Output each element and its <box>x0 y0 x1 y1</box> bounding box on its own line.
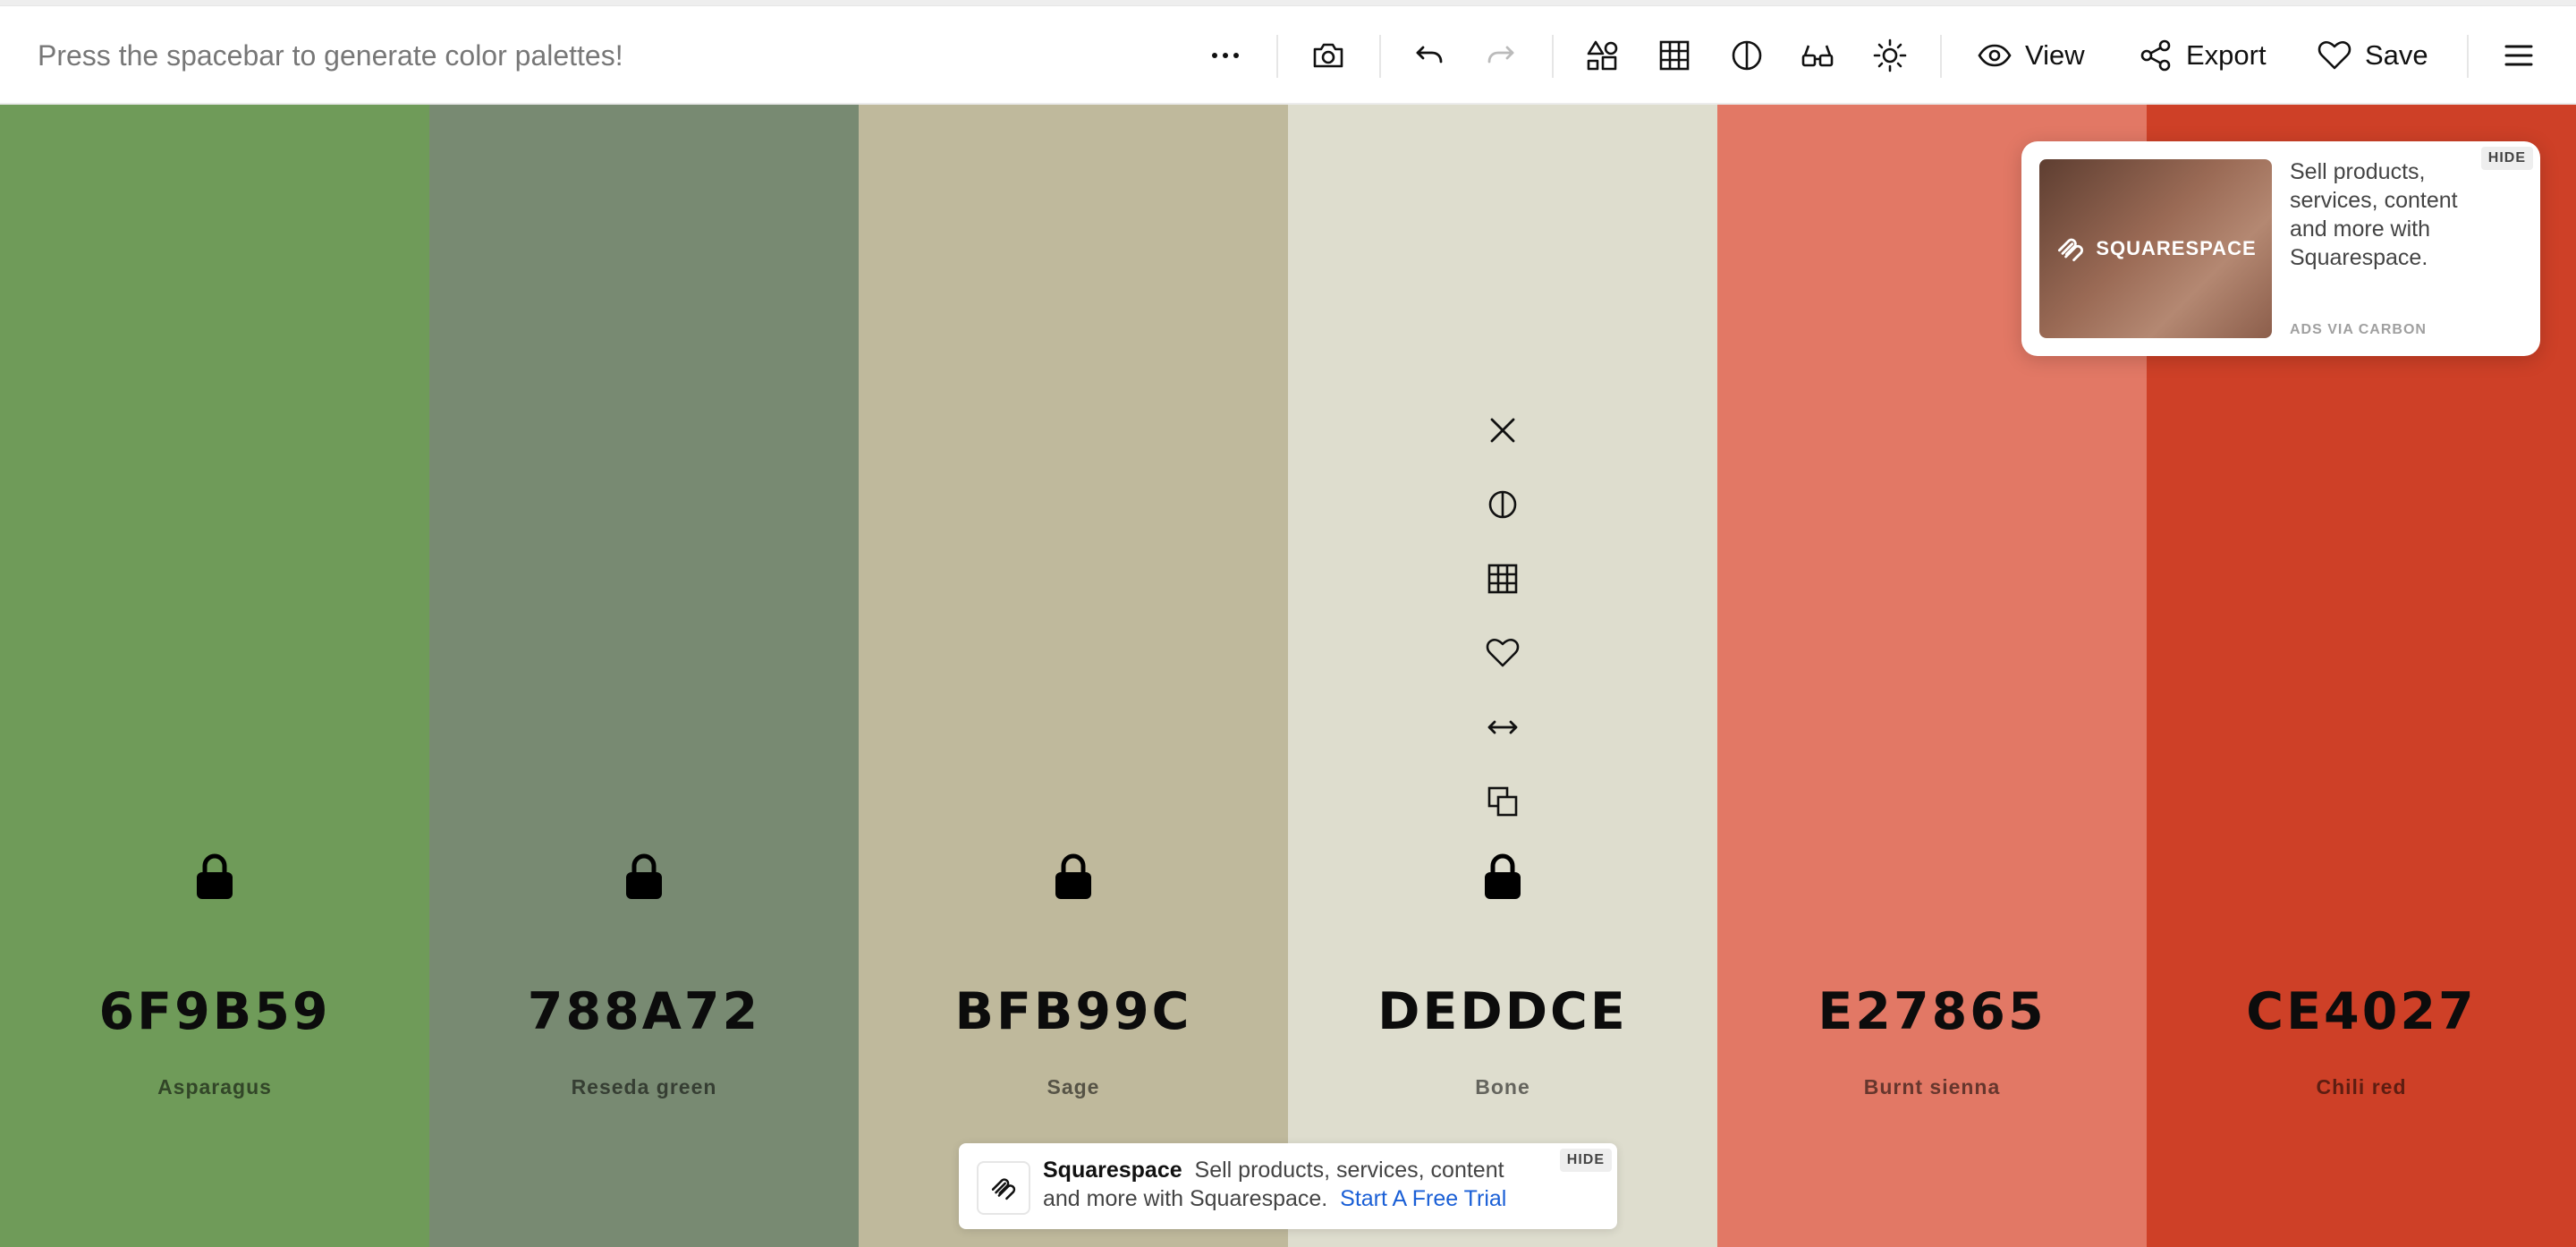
toolbar: Press the spacebar to generate color pal… <box>0 6 2576 105</box>
grid-icon[interactable] <box>1481 557 1524 600</box>
heart-icon[interactable] <box>1481 632 1524 674</box>
share-icon <box>2140 39 2171 72</box>
camera-icon[interactable] <box>1307 34 1350 77</box>
undo-icon[interactable] <box>1408 34 1451 77</box>
copy-icon[interactable] <box>1481 780 1524 823</box>
hamburger-menu-icon[interactable] <box>2497 34 2540 77</box>
window-top-edge <box>0 0 2576 6</box>
shades-icon[interactable] <box>1481 483 1524 526</box>
hex-code[interactable]: DEDDCE <box>1288 982 1717 1041</box>
color-name: Chili red <box>2316 1075 2407 1099</box>
view-label: View <box>2025 39 2085 71</box>
toolbar-divider <box>1379 35 1381 78</box>
bottom-ad-brand: Squarespace <box>1043 1158 1182 1183</box>
swatch-tools <box>1481 409 1524 854</box>
export-label: Export <box>2186 39 2267 71</box>
spacebar-hint: Press the spacebar to generate color pal… <box>38 39 623 72</box>
view-button[interactable]: View <box>1977 29 2085 82</box>
grid-icon[interactable] <box>1653 34 1696 77</box>
ad-text[interactable]: Sell products, services, content and mor… <box>2290 157 2496 272</box>
color-name: Burnt sienna <box>1863 1075 2001 1099</box>
toolbar-divider <box>1276 35 1278 78</box>
color-name: Reseda green <box>571 1075 717 1099</box>
hex-code[interactable]: BFB99C <box>859 982 1288 1041</box>
color-swatch[interactable]: 6F9B59 Asparagus <box>0 105 429 1247</box>
contrast-icon[interactable] <box>1725 34 1768 77</box>
hide-ad-button[interactable]: HIDE <box>2480 147 2533 170</box>
color-name: Sage <box>1046 1075 1100 1099</box>
color-swatch[interactable]: BFB99C Sage <box>859 105 1288 1247</box>
more-options-icon[interactable] <box>1204 34 1247 77</box>
hex-code[interactable]: CE4027 <box>2147 982 2576 1041</box>
color-swatch[interactable]: DEDDCE Bone <box>1288 105 1717 1247</box>
lock-icon[interactable] <box>1054 853 1093 901</box>
squarespace-logo-icon <box>2058 238 2084 262</box>
lock-icon[interactable] <box>195 853 234 901</box>
heart-icon <box>2318 41 2351 70</box>
squarespace-logo <box>977 1161 1030 1215</box>
ad-image[interactable]: SQUARESPACE <box>2039 159 2272 338</box>
save-button[interactable]: Save <box>2317 29 2428 82</box>
glasses-icon[interactable] <box>1796 34 1839 77</box>
ad-logo-text: SQUARESPACE <box>2096 237 2257 259</box>
toolbar-divider <box>1552 35 1554 78</box>
lock-icon[interactable] <box>624 853 664 901</box>
bottom-ad-text: Squarespace Sell products, services, con… <box>1043 1156 1544 1213</box>
ads-via-carbon[interactable]: ADS VIA CARBON <box>2290 322 2427 338</box>
ad-card[interactable]: SQUARESPACE Sell products, services, con… <box>2021 141 2540 356</box>
redo-icon[interactable] <box>1479 34 1522 77</box>
squarespace-logo-icon <box>991 1178 1016 1200</box>
toolbar-divider <box>2467 35 2469 78</box>
hide-bottom-ad-button[interactable]: HIDE <box>1559 1149 1612 1172</box>
free-trial-link[interactable]: Start A Free Trial <box>1340 1186 1506 1211</box>
color-name: Bone <box>1475 1075 1530 1099</box>
drag-arrows-icon[interactable] <box>1481 706 1524 749</box>
save-label: Save <box>2365 39 2428 71</box>
brightness-icon[interactable] <box>1868 34 1911 77</box>
color-swatch[interactable]: 788A72 Reseda green <box>429 105 859 1247</box>
bottom-ad-banner[interactable]: Squarespace Sell products, services, con… <box>959 1143 1617 1229</box>
hex-code[interactable]: 6F9B59 <box>0 982 429 1041</box>
color-name: Asparagus <box>157 1075 272 1099</box>
export-button[interactable]: Export <box>2138 29 2267 82</box>
toolbar-divider <box>1940 35 1942 78</box>
hex-code[interactable]: E27865 <box>1717 982 2147 1041</box>
hex-code[interactable]: 788A72 <box>429 982 859 1041</box>
lock-icon[interactable] <box>1483 853 1522 901</box>
shapes-icon[interactable] <box>1581 34 1624 77</box>
remove-color-icon[interactable] <box>1481 409 1524 452</box>
eye-icon <box>1978 44 2012 67</box>
